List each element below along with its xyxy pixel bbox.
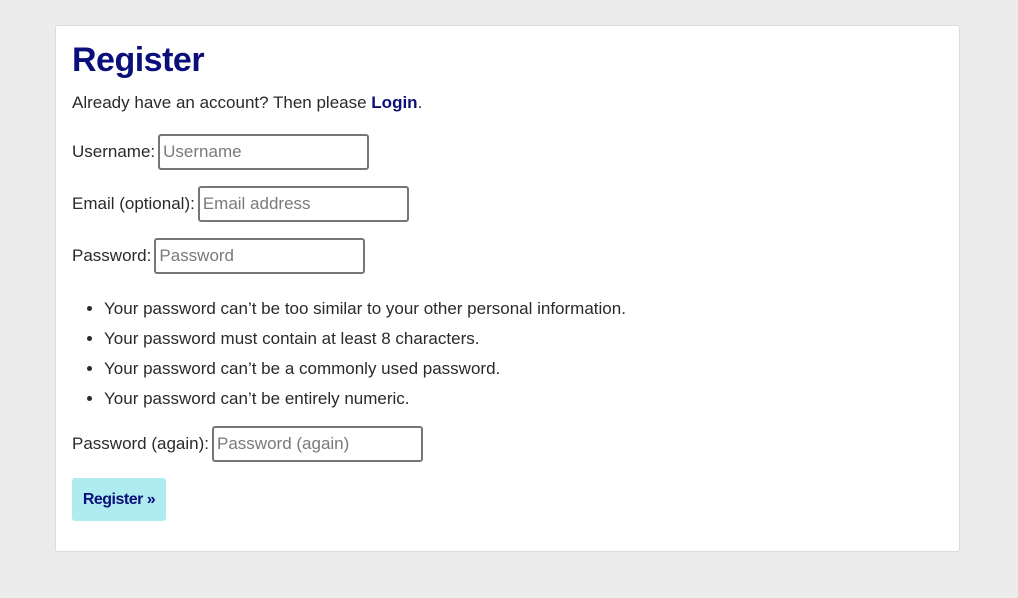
password-requirement: Your password can’t be too similar to yo…	[104, 294, 626, 324]
password-again-row: Password (again):	[72, 426, 424, 462]
password-input[interactable]	[154, 238, 366, 274]
password-requirement: Your password must contain at least 8 ch…	[104, 324, 626, 354]
login-prompt: Already have an account? Then please Log…	[72, 92, 422, 114]
email-input[interactable]	[197, 186, 409, 222]
login-prompt-text: Already have an account? Then please	[72, 93, 372, 112]
login-link[interactable]: Login	[371, 93, 417, 112]
password-again-label: Password (again):	[72, 434, 210, 453]
password-label: Password:	[72, 246, 152, 265]
password-requirement: Your password can’t be entirely numeric.	[104, 384, 626, 414]
password-row: Password:	[72, 238, 366, 274]
password-requirements-list: Your password can’t be too similar to yo…	[72, 294, 626, 414]
register-button[interactable]: Register »	[72, 478, 166, 521]
password-requirement: Your password can’t be a commonly used p…	[104, 354, 626, 384]
username-label: Username:	[72, 142, 156, 161]
login-prompt-suffix: .	[417, 93, 423, 112]
page-title: Register	[72, 41, 205, 79]
email-label: Email (optional):	[72, 194, 195, 213]
register-card: Register Already have an account? Then p…	[55, 25, 960, 552]
email-row: Email (optional):	[72, 186, 409, 222]
username-input[interactable]	[158, 134, 370, 170]
username-row: Username:	[72, 134, 370, 170]
password-again-input[interactable]	[212, 426, 424, 462]
